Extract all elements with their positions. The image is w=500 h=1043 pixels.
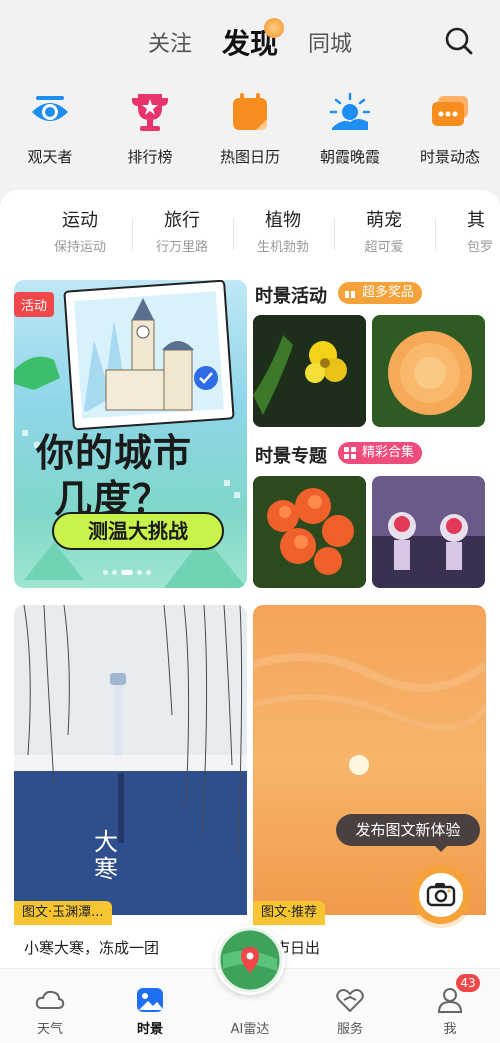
winter-willow-photo: 大 寒 [14,605,247,915]
category-desc: 保持运动 [53,240,106,255]
nav-label: 服务 [336,1022,363,1037]
calendar-icon [233,93,267,130]
carousel-dots [103,560,155,579]
camera-icon [419,873,463,917]
entry-label: 排行榜 [127,148,173,166]
yellow-flower-photo [253,315,366,427]
post-tag: 图文·玉渊潭... [14,901,112,925]
post-tag: 图文·推荐 [253,901,326,925]
badge-label: 超多奖品 [362,285,415,300]
cloud-icon [35,990,65,1009]
category-desc: 超可爱 [364,240,404,255]
top-tab-bar: 关注 发现 同城 [0,0,500,80]
red-blossoms-photo [253,476,366,588]
nav-me[interactable]: 我 [410,984,490,1037]
tab-indicator-dot [264,18,284,38]
entry-label: 观天者 [27,148,73,166]
thumb-red-blossoms[interactable] [253,476,366,588]
sunrise-icon [329,92,371,130]
nav-ai-radar[interactable]: AI雷达 [210,984,290,1037]
entry-ranking[interactable]: 排行榜 [105,90,195,167]
nav-label: AI雷达 [230,1022,270,1037]
section-title-activity[interactable]: 时景活动 [255,282,327,308]
category-pets[interactable]: 萌宠 超可爱 [334,206,434,255]
publish-camera-button[interactable] [412,866,470,924]
search-icon[interactable] [444,26,474,56]
entry-label: 朝霞晚霞 [319,148,380,166]
carousel-dot [103,570,108,575]
nav-label: 时景 [136,1022,163,1037]
carousel-dot [112,570,117,575]
carousel-dot [137,570,142,575]
category-other[interactable]: 其 包罗 [435,206,500,255]
trophy-icon [132,94,168,131]
nav-services[interactable]: 服务 [310,984,390,1037]
category-plants[interactable]: 植物 生机勃勃 [233,206,333,255]
nav-weather[interactable]: 天气 [10,984,90,1037]
entry-heatmap-calendar[interactable]: 热图日历 [205,90,295,167]
eye-icon [32,96,68,121]
orange-flower-photo [372,315,485,427]
category-name: 萌宠 [366,210,402,231]
tab-local[interactable]: 同城 [308,26,352,58]
tab-follow[interactable]: 关注 [148,26,192,58]
post-caption: 小寒大寒，冻成一团 [24,939,160,957]
gift-icon [345,289,355,298]
notification-badge: 43 [456,974,480,992]
banner-title-line: 你的城市 [36,431,193,475]
nav-spacer [234,984,266,1016]
entry-sunrise-sunset[interactable]: 朝霞晚霞 [305,90,395,167]
message-cards-icon [432,96,468,126]
category-desc: 包罗 [467,240,494,255]
grid-icon [344,447,356,459]
category-name: 运动 [62,210,98,231]
publish-tooltip: 发布图文新体验 [336,814,480,846]
service-heart-icon [336,989,364,1013]
entry-label: 热图日历 [219,148,280,166]
section-title-topic[interactable]: 时景专题 [255,442,327,468]
activity-tag: 活动 [14,292,55,317]
category-travel[interactable]: 旅行 行万里路 [132,206,232,255]
svg-text:寒: 寒 [94,856,118,883]
thumb-lion-dance[interactable] [372,476,485,588]
category-name: 植物 [265,210,301,231]
category-desc: 行万里路 [155,240,208,255]
category-sports[interactable]: 运动 保持运动 [30,206,130,255]
entry-live-scenes[interactable]: 时景动态 [405,90,495,167]
banner-subtitle: 测温大挑战 [52,512,224,550]
badge-label: 精彩合集 [362,445,415,460]
carousel-dot [146,570,151,575]
nav-scenes[interactable]: 时景 [110,984,190,1037]
banner-title: 你的城市 几度？ [36,430,192,522]
svg-text:大: 大 [94,829,118,856]
thumb-orange-flower[interactable] [372,315,485,427]
nav-label: 天气 [36,1022,63,1037]
thumb-yellow-flower[interactable] [253,315,366,427]
lion-dance-photo [372,476,485,588]
quick-entries: 观天者 排行榜 热图日历 朝霞晚霞 时景动态 [0,90,500,180]
category-desc: 生机勃勃 [256,240,309,255]
category-name: 其 [467,210,485,231]
tooltip-tail [435,846,447,852]
photo-icon [137,988,163,1012]
entry-label: 时景动态 [419,148,480,166]
carousel-dot-active [121,570,133,575]
nav-label: 我 [443,1022,457,1037]
post-card-winter-willow[interactable]: 大 寒 图文·玉渊潭... 小寒大寒，冻成一团 [14,605,247,967]
entry-sky-watcher[interactable]: 观天者 [5,90,95,167]
category-name: 旅行 [164,210,200,231]
collection-badge[interactable]: 精彩合集 [338,442,423,464]
prizes-badge[interactable]: 超多奖品 [338,282,423,304]
